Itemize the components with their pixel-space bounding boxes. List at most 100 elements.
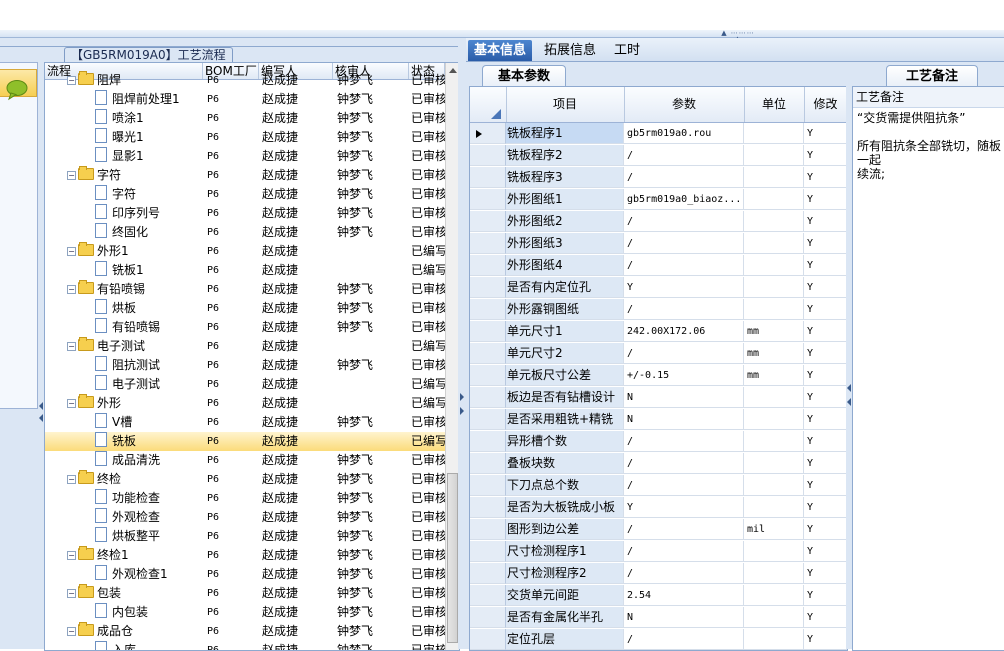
col-header-item[interactable]: 项目 <box>506 87 625 122</box>
param-row[interactable]: 定位孔层 / Y <box>470 629 847 650</box>
tree-cell-flow[interactable]: 阻抗测试 <box>45 356 203 375</box>
param-unit-cell[interactable] <box>744 585 804 606</box>
row-indicator[interactable] <box>470 255 506 276</box>
param-modify-cell[interactable]: Y <box>804 607 847 628</box>
param-unit-cell[interactable] <box>744 475 804 496</box>
param-value-cell[interactable]: +/-0.15 <box>624 365 744 386</box>
tree-cell-flow[interactable]: 铣板1 <box>45 261 203 280</box>
param-unit-cell[interactable] <box>744 189 804 210</box>
tree-cell-flow[interactable]: − 有铅喷锡 <box>45 280 203 299</box>
tree-node-label[interactable]: 字符 <box>97 168 121 182</box>
param-value-cell[interactable]: 2.54 <box>624 585 744 606</box>
param-modify-cell[interactable]: Y <box>804 563 847 584</box>
param-row[interactable]: 外形露铜图纸 / Y <box>470 299 847 321</box>
param-value-cell[interactable]: / <box>624 431 744 452</box>
tree-node-label[interactable]: 外观检查1 <box>112 567 168 581</box>
param-unit-cell[interactable] <box>744 277 804 298</box>
param-row[interactable]: 是否采用粗铣+精铣 N Y <box>470 409 847 431</box>
tree-cell-flow[interactable]: 显影1 <box>45 147 203 166</box>
param-value-cell[interactable]: / <box>624 145 744 166</box>
param-unit-cell[interactable] <box>744 563 804 584</box>
tree-cell-flow[interactable]: − 成品仓 <box>45 622 203 641</box>
param-value-cell[interactable]: / <box>624 233 744 254</box>
tree-cell-flow[interactable]: − 外形 <box>45 394 203 413</box>
row-indicator[interactable] <box>470 233 506 254</box>
collapse-toggle-icon[interactable]: − <box>67 247 76 256</box>
param-value-cell[interactable]: Y <box>624 497 744 518</box>
param-unit-cell[interactable] <box>744 431 804 452</box>
tree-row[interactable]: − 成品仓 P6 赵成捷 钟梦飞 已审核 <box>45 622 445 641</box>
tree-cell-flow[interactable]: − 字符 <box>45 166 203 185</box>
tree-cell-flow[interactable]: 铣板 <box>45 432 203 451</box>
param-row[interactable]: 是否有内定位孔 Y Y <box>470 277 847 299</box>
tree-node-label[interactable]: 功能检查 <box>112 491 160 505</box>
tree-node-label[interactable]: 铣板 <box>112 434 136 448</box>
param-modify-cell[interactable]: Y <box>804 409 847 430</box>
tree-node-label[interactable]: 阻抗测试 <box>112 358 160 372</box>
tab-basic-info[interactable]: 基本信息 <box>468 40 533 61</box>
param-row[interactable]: 外形图纸1 gb5rm019a0_biaoz... Y <box>470 189 847 211</box>
param-unit-cell[interactable] <box>744 123 804 144</box>
tree-cell-flow[interactable]: 阻焊前处理1 <box>45 90 203 109</box>
tree-row[interactable]: 有铅喷锡 P6 赵成捷 钟梦飞 已审核 <box>45 318 445 337</box>
tree-node-label[interactable]: 终检 <box>97 472 121 486</box>
tree-row[interactable]: 字符 P6 赵成捷 钟梦飞 已审核 <box>45 185 445 204</box>
row-indicator[interactable] <box>470 343 506 364</box>
row-indicator[interactable] <box>470 541 506 562</box>
param-modify-cell[interactable]: Y <box>804 365 847 386</box>
tree-node-label[interactable]: 终检1 <box>97 548 129 562</box>
param-row[interactable]: 尺寸检测程序1/ Y <box>470 541 847 563</box>
param-unit-cell[interactable]: mil <box>744 519 804 540</box>
param-value-cell[interactable]: N <box>624 607 744 628</box>
param-unit-cell[interactable] <box>744 299 804 320</box>
param-unit-cell[interactable]: mm <box>744 365 804 386</box>
row-indicator[interactable] <box>470 431 506 452</box>
tree-row[interactable]: 入库 P6 赵成捷 钟梦飞 已审核 <box>45 641 445 650</box>
tree-cell-flow[interactable]: − 终检1 <box>45 546 203 565</box>
row-indicator[interactable] <box>470 211 506 232</box>
param-row[interactable]: 尺寸检测程序2/ Y <box>470 563 847 585</box>
row-indicator[interactable] <box>470 409 506 430</box>
tree-row[interactable]: 印序列号 P6 赵成捷 钟梦飞 已审核 <box>45 204 445 223</box>
tree-cell-flow[interactable]: 外观检查1 <box>45 565 203 584</box>
tree-row[interactable]: − 终检 P6 赵成捷 钟梦飞 已审核 <box>45 470 445 489</box>
tree-row[interactable]: 内包装 P6 赵成捷 钟梦飞 已审核 <box>45 603 445 622</box>
param-value-cell[interactable]: / <box>624 629 744 650</box>
tree-row[interactable]: − 外形 P6 赵成捷 已编写 <box>45 394 445 413</box>
tree-cell-flow[interactable]: 外观检查 <box>45 508 203 527</box>
tree-node-label[interactable]: 烘板 <box>112 301 136 315</box>
row-indicator[interactable] <box>470 321 506 342</box>
collapse-toggle-icon[interactable]: − <box>67 399 76 408</box>
tree-cell-flow[interactable]: 字符 <box>45 185 203 204</box>
param-unit-cell[interactable] <box>744 255 804 276</box>
row-indicator[interactable] <box>470 475 506 496</box>
param-row[interactable]: 外形图纸4/ Y <box>470 255 847 277</box>
col-header-param[interactable]: 参数 <box>624 87 745 122</box>
row-indicator[interactable] <box>470 145 506 166</box>
tree-cell-flow[interactable]: 印序列号 <box>45 204 203 223</box>
tree-node-label[interactable]: 喷涂1 <box>112 111 144 125</box>
param-row[interactable]: 交货单元间距 2.54 Y <box>470 585 847 607</box>
param-row[interactable]: 是否有金属化半孔 N Y <box>470 607 847 629</box>
param-modify-cell[interactable]: Y <box>804 585 847 606</box>
collapse-toggle-icon[interactable]: − <box>67 589 76 598</box>
param-modify-cell[interactable]: Y <box>804 299 847 320</box>
tree-node-label[interactable]: 曝光1 <box>112 130 144 144</box>
param-value-cell[interactable]: gb5rm019a0_biaoz... <box>624 189 744 210</box>
row-indicator[interactable] <box>470 453 506 474</box>
param-unit-cell[interactable] <box>744 211 804 232</box>
tree-row[interactable]: 外观检查1 P6 赵成捷 钟梦飞 已审核 <box>45 565 445 584</box>
param-unit-cell[interactable] <box>744 629 804 650</box>
collapse-toggle-icon[interactable]: − <box>67 342 76 351</box>
tree-node-label[interactable]: 外形1 <box>97 244 129 258</box>
param-row[interactable]: 叠板块数 / Y <box>470 453 847 475</box>
tree-node-label[interactable]: 终固化 <box>112 225 148 239</box>
tree-cell-flow[interactable]: 成品清洗 <box>45 451 203 470</box>
tree-row[interactable]: 铣板1 P6 赵成捷 已编写 <box>45 261 445 280</box>
row-indicator[interactable] <box>470 167 506 188</box>
param-modify-cell[interactable]: Y <box>804 343 847 364</box>
row-indicator[interactable] <box>470 123 506 144</box>
param-unit-cell[interactable] <box>744 541 804 562</box>
tree-cell-flow[interactable]: 功能检查 <box>45 489 203 508</box>
row-indicator[interactable] <box>470 387 506 408</box>
